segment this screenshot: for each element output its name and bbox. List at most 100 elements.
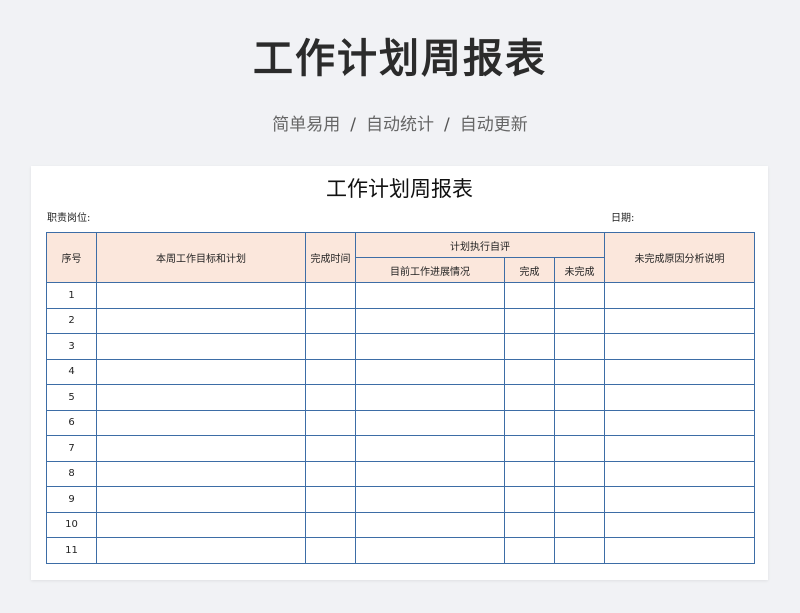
cell-progress[interactable] (355, 384, 505, 411)
cell-not-done[interactable] (553, 460, 606, 487)
cell-plan[interactable] (96, 358, 306, 385)
cell-done[interactable] (504, 537, 555, 564)
cell-done[interactable] (504, 307, 555, 334)
header-progress: 目前工作进展情况 (355, 257, 505, 283)
cell-plan[interactable] (96, 384, 306, 411)
cell-not-done[interactable] (553, 282, 606, 309)
cell-progress[interactable] (355, 460, 505, 487)
cell-progress[interactable] (355, 358, 505, 385)
row-index: 7 (46, 435, 97, 462)
tag-easy: 简单易用 (272, 115, 341, 135)
cell-not-done[interactable] (553, 409, 606, 436)
cell-reason[interactable] (604, 333, 756, 360)
cell-progress[interactable] (355, 282, 505, 309)
cell-not-done[interactable] (553, 511, 606, 538)
tag-separator: / (350, 115, 356, 135)
cell-reason[interactable] (604, 282, 756, 309)
cell-plan[interactable] (96, 307, 306, 334)
cell-progress[interactable] (355, 537, 505, 564)
header-plan: 本周工作目标和计划 (96, 232, 306, 283)
cell-deadline[interactable] (305, 409, 356, 436)
cell-deadline[interactable] (305, 435, 356, 462)
row-index: 3 (46, 333, 97, 360)
cell-reason[interactable] (604, 460, 756, 487)
cell-deadline[interactable] (305, 307, 356, 334)
cell-reason[interactable] (604, 486, 756, 513)
table-row: 3 (46, 333, 756, 360)
cell-reason[interactable] (604, 409, 756, 436)
sheet-title: 工作计划周报表 (326, 177, 473, 201)
header-deadline: 完成时间 (305, 232, 356, 283)
cell-plan[interactable] (96, 409, 306, 436)
cell-done[interactable] (504, 384, 555, 411)
cell-plan[interactable] (96, 511, 306, 538)
row-index: 10 (46, 511, 97, 538)
cell-progress[interactable] (355, 409, 505, 436)
table-row: 1 (46, 282, 756, 309)
cell-reason[interactable] (604, 384, 756, 411)
cell-not-done[interactable] (553, 435, 606, 462)
cell-done[interactable] (504, 282, 555, 309)
table-row: 11 (46, 537, 756, 564)
row-index: 2 (46, 307, 97, 334)
row-index: 5 (46, 384, 97, 411)
cell-done[interactable] (504, 486, 555, 513)
cell-progress[interactable] (355, 435, 505, 462)
cell-plan[interactable] (96, 333, 306, 360)
table-row: 7 (46, 435, 756, 462)
spreadsheet-preview: 工作计划周报表 职责岗位: 日期: 序号 本周工作目标和计划 完成时间 计划执行… (31, 166, 768, 580)
table-row: 10 (46, 511, 756, 538)
row-index: 8 (46, 460, 97, 487)
cell-deadline[interactable] (305, 511, 356, 538)
row-index: 11 (46, 537, 97, 564)
cell-deadline[interactable] (305, 282, 356, 309)
cell-plan[interactable] (96, 537, 306, 564)
cell-reason[interactable] (604, 435, 756, 462)
cell-deadline[interactable] (305, 333, 356, 360)
report-table: 序号 本周工作目标和计划 完成时间 计划执行自评 未完成原因分析说明 目前工作进… (46, 232, 756, 564)
cell-deadline[interactable] (305, 384, 356, 411)
position-label: 职责岗位: (47, 213, 91, 224)
cell-not-done[interactable] (553, 333, 606, 360)
header-done: 完成 (504, 257, 555, 283)
cell-reason[interactable] (604, 537, 756, 564)
cell-not-done[interactable] (553, 537, 606, 564)
cell-plan[interactable] (96, 460, 306, 487)
row-index: 1 (46, 282, 97, 309)
cell-reason[interactable] (604, 511, 756, 538)
header-self-eval: 计划执行自评 (354, 232, 606, 258)
tag-auto-stats: 自动统计 (366, 115, 434, 135)
cell-not-done[interactable] (553, 307, 606, 334)
feature-tags: 简单易用 / 自动统计 / 自动更新 (0, 113, 800, 137)
cell-not-done[interactable] (553, 358, 606, 385)
cell-progress[interactable] (355, 486, 505, 513)
cell-progress[interactable] (355, 307, 505, 334)
cell-progress[interactable] (355, 511, 505, 538)
cell-deadline[interactable] (305, 358, 356, 385)
date-label: 日期: (611, 213, 635, 224)
table-row: 6 (46, 409, 756, 436)
page-title: 工作计划周报表 (253, 36, 547, 82)
cell-plan[interactable] (96, 282, 306, 309)
cell-deadline[interactable] (305, 486, 356, 513)
cell-done[interactable] (504, 409, 555, 436)
cell-done[interactable] (504, 435, 555, 462)
cell-done[interactable] (504, 358, 555, 385)
cell-not-done[interactable] (553, 486, 606, 513)
cell-not-done[interactable] (553, 384, 606, 411)
cell-plan[interactable] (96, 486, 306, 513)
table-row: 9 (46, 486, 756, 513)
cell-done[interactable] (504, 460, 555, 487)
row-index: 4 (46, 358, 97, 385)
cell-plan[interactable] (96, 435, 306, 462)
cell-deadline[interactable] (305, 537, 356, 564)
table-row: 8 (46, 460, 756, 487)
cell-reason[interactable] (604, 358, 756, 385)
cell-done[interactable] (504, 333, 555, 360)
cell-deadline[interactable] (305, 460, 356, 487)
cell-progress[interactable] (355, 333, 505, 360)
table-row: 5 (46, 384, 756, 411)
row-index: 6 (46, 409, 97, 436)
cell-done[interactable] (504, 511, 555, 538)
cell-reason[interactable] (604, 307, 756, 334)
